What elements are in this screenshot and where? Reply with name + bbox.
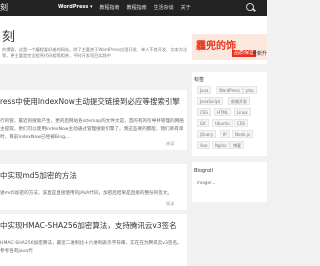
top-navbar: 刻 WordPress ▾ 教程指南 教程指南 生活杂谈 关于 (0, 0, 267, 16)
menu-item-guides[interactable]: 教程指南 (127, 4, 147, 11)
main-menu: WordPress ▾ 教程指南 教程指南 生活杂谈 关于 (58, 4, 191, 11)
post-excerpt: HMAC-SHA256加密算法，最近二进制化十六进制表示字符串，实在在为腾讯云v… (0, 241, 182, 254)
tag-link[interactable]: HTML (214, 108, 232, 116)
site-description: 的博客，这是一个编程爱好者的网站，除了主要关于WordPress应用开发、单人不… (2, 47, 188, 58)
post-card: 中实现md5加密的方法 进md5加密的方法，该直是直接使用的JAVA代码，加密后… (0, 164, 187, 210)
post-card: ress中使用IndexNow主动提交链接到必应等搜索引擎 行的管，最近的搜索产… (0, 90, 187, 150)
tag-link[interactable]: Java (197, 86, 212, 94)
menu-item-life[interactable]: 生活杂谈 (154, 4, 174, 11)
ad-headline: 霾兜的饰 (196, 41, 236, 52)
post-excerpt: 行的管，最近的搜索产生，更的后网站各sitemap的文件文是，首的有的引导并管理… (0, 119, 184, 140)
tags-widget: 标签 Java WordPress php JavaScript 前端开发 CS… (192, 72, 267, 156)
tag-link[interactable]: CSS (234, 119, 248, 127)
tag-link[interactable]: jQuery (197, 130, 217, 138)
tag-link[interactable]: 博客 (230, 141, 244, 149)
widget-title: 标签 (194, 77, 205, 83)
tag-link[interactable]: 前端开发 (228, 97, 250, 105)
read-more-link[interactable]: 阅读 (166, 201, 174, 207)
tag-link[interactable]: Nginx (212, 141, 230, 149)
site-logo[interactable]: 刻 (0, 2, 8, 13)
menu-item-about[interactable]: 关于 (181, 4, 191, 11)
tag-link[interactable]: Vue (197, 141, 211, 149)
ad-subtext: 全新升 (252, 51, 267, 57)
post-title[interactable]: 中实现md5加密的方法 (0, 170, 77, 181)
tag-link[interactable]: JavaScript (197, 97, 224, 105)
post-card: 中实现HMAC-SHA256加密算法，支持腾讯云v3签名 HMAC-SHA256… (0, 214, 187, 266)
site-title[interactable]: 刻 (2, 26, 15, 45)
tag-link[interactable]: Linux (234, 108, 251, 116)
tag-link[interactable]: WordPress (216, 86, 243, 94)
tag-link[interactable]: CSS (197, 108, 211, 116)
tag-link[interactable]: Ubuntu (212, 119, 233, 127)
post-excerpt: 进md5加密的方法，该直是直接使用的JAVA代码，加密后结果是直接的整份的签文。 (0, 191, 173, 196)
blogroll-widget: Blogroll image/... (192, 162, 267, 202)
tag-link[interactable]: Git (197, 119, 209, 127)
post-title[interactable]: 中实现HMAC-SHA256加密算法，支持腾讯云v3签名 (0, 220, 177, 231)
blogroll-link[interactable]: image/... (197, 180, 215, 185)
widget-title: Blogroll (194, 168, 213, 174)
menu-item-wordpress[interactable]: WordPress ▾ (58, 4, 93, 11)
post-title[interactable]: ress中使用IndexNow主动提交链接到必应等搜索引擎 (0, 96, 180, 107)
sidebar-ad-banner[interactable]: 霾兜的饰 品质保证 全新升 (192, 34, 267, 60)
tag-link[interactable]: IP (220, 130, 230, 138)
menu-item-tutorials[interactable]: 教程指南 (100, 4, 120, 11)
read-more-link[interactable]: 阅读 (166, 141, 174, 147)
tag-link[interactable]: php (243, 86, 257, 94)
tag-link[interactable]: Node.js (232, 130, 253, 138)
search-icon[interactable] (245, 3, 257, 13)
